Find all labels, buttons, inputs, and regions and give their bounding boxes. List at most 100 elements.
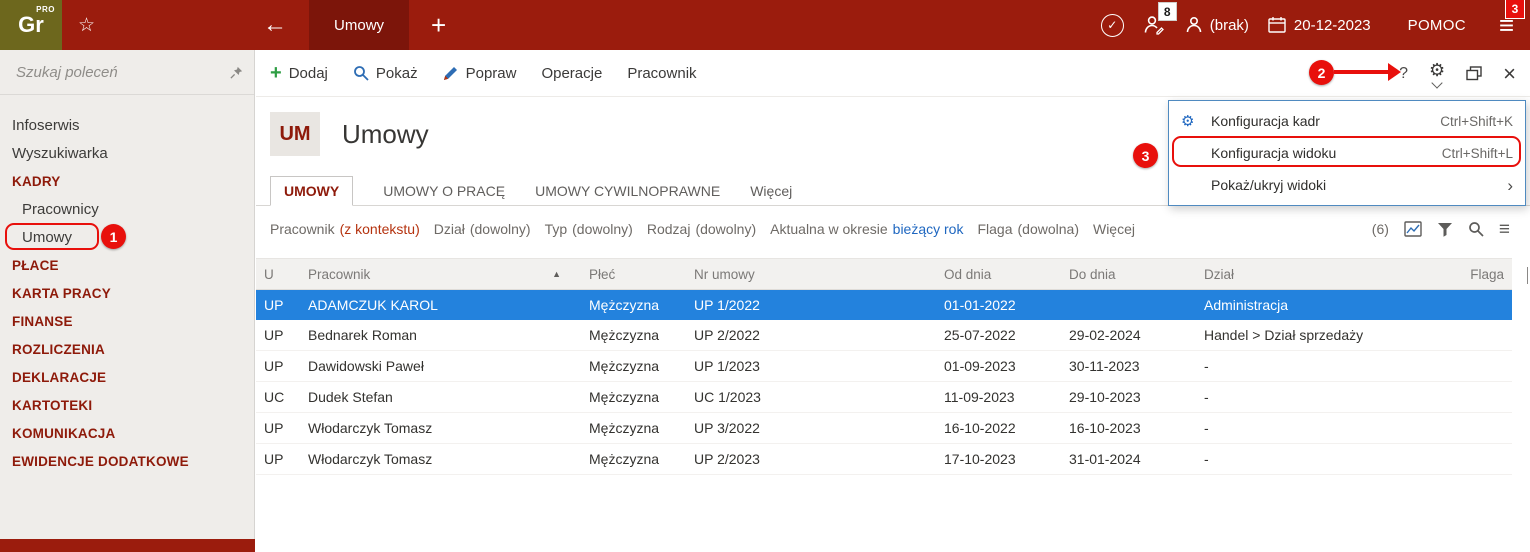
- close-icon[interactable]: ×: [1503, 62, 1516, 85]
- cell-nr-umowy: UP 2/2023: [694, 451, 760, 467]
- topbar-tab-umowy[interactable]: Umowy: [309, 0, 410, 50]
- column-header-flaga[interactable]: Flaga: [1441, 267, 1512, 282]
- chart-view-icon[interactable]: [1404, 221, 1422, 237]
- table-row[interactable]: UP Bednarek Roman Mężczyzna UP 2/2022 25…: [256, 320, 1512, 351]
- help-button[interactable]: POMOC: [1408, 17, 1466, 34]
- cell-od-dnia: 25-07-2022: [944, 327, 1016, 343]
- sidebar-footer-bar: [0, 539, 255, 552]
- sidebar-item-pracownicy[interactable]: Pracownicy: [0, 195, 254, 223]
- sidebar-header-finanse[interactable]: FINANSE: [0, 307, 254, 335]
- filter-bar: Pracownik (z kontekstu) Dział (dowolny) Ty…: [256, 216, 1530, 242]
- column-header-od-dnia[interactable]: Od dnia: [936, 267, 1061, 282]
- cell-od-dnia: 16-10-2022: [944, 420, 1016, 436]
- filter-flaga[interactable]: Flaga (dowolna): [977, 221, 1079, 237]
- view-tab-umowy[interactable]: UMOWY: [270, 176, 354, 206]
- sessions-button[interactable]: 8: [1143, 2, 1177, 36]
- hamburger-menu-icon[interactable]: ≡ 3: [1499, 0, 1525, 38]
- page-title: Umowy: [342, 118, 429, 149]
- sidebar-item-label: KARTA PRACY: [12, 285, 111, 301]
- command-search-input[interactable]: [14, 62, 229, 82]
- current-user-button[interactable]: (brak): [1184, 15, 1249, 35]
- filter-pracownik[interactable]: Pracownik (z kontekstu): [270, 221, 420, 237]
- menu-item-konfiguracja-kadr[interactable]: ⚙ Konfiguracja kadr Ctrl+Shift+K: [1169, 105, 1525, 137]
- column-header-plec[interactable]: Płeć: [581, 267, 686, 282]
- column-header-pracownik[interactable]: Pracownik ▲: [300, 267, 581, 282]
- sidebar-item-label: Infoserwis: [12, 116, 80, 134]
- operations-menu-button[interactable]: Operacje: [541, 65, 602, 82]
- pin-icon[interactable]: [229, 65, 244, 80]
- menu-item-konfiguracja-widoku[interactable]: Konfiguracja widoku Ctrl+Shift+L: [1169, 137, 1525, 169]
- cell-u: UP: [264, 297, 284, 313]
- current-user-label: (brak): [1209, 16, 1249, 34]
- add-button[interactable]: + Dodaj: [270, 63, 328, 83]
- filter-wiecej[interactable]: Więcej: [1093, 221, 1135, 237]
- view-tab-umowy-o-prace[interactable]: UMOWY O PRACĘ: [383, 177, 505, 205]
- cell-od-dnia: 17-10-2023: [944, 451, 1016, 467]
- cell-nr-umowy: UC 1/2023: [694, 389, 761, 405]
- menu-item-label: Konfiguracja kadr: [1211, 113, 1320, 129]
- new-tab-icon[interactable]: +: [431, 12, 446, 38]
- list-options-icon[interactable]: ≡: [1499, 220, 1510, 239]
- funnel-filter-icon[interactable]: [1437, 222, 1453, 237]
- search-list-icon[interactable]: [1468, 221, 1484, 237]
- menu-item-pokaz-ukryj-widoki[interactable]: Pokaż/ukryj widoki ›: [1169, 169, 1525, 201]
- column-header-nr-umowy[interactable]: Nr umowy: [686, 267, 936, 282]
- filter-typ[interactable]: Typ (dowolny): [545, 221, 633, 237]
- sidebar-header-rozliczenia[interactable]: ROZLICZENIA: [0, 335, 254, 363]
- filter-aktualna-w-okresie[interactable]: Aktualna w okresie bieżący rok: [770, 221, 963, 237]
- sidebar-item-umowy[interactable]: Umowy: [0, 223, 254, 251]
- sidebar-header-place[interactable]: PŁACE: [0, 251, 254, 279]
- view-tab-wiecej[interactable]: Więcej: [750, 177, 792, 205]
- scroll-up-icon[interactable]: [1527, 267, 1528, 284]
- sidebar-header-kartoteki[interactable]: KARTOTEKI: [0, 391, 254, 419]
- work-date-button[interactable]: 20-12-2023: [1268, 16, 1371, 34]
- cell-do-dnia: 30-11-2023: [1069, 358, 1140, 374]
- cell-u: UP: [264, 451, 284, 467]
- column-header-u[interactable]: U: [256, 267, 300, 282]
- view-tab-umowy-cywilnoprawne[interactable]: UMOWY CYWILNOPRAWNE: [535, 177, 720, 205]
- filter-rodzaj[interactable]: Rodzaj (dowolny): [647, 221, 756, 237]
- sidebar-header-karta-pracy[interactable]: KARTA PRACY: [0, 279, 254, 307]
- sort-ascending-icon: ▲: [552, 269, 561, 279]
- back-arrow-icon[interactable]: ←: [263, 13, 287, 37]
- cell-dzial: -: [1204, 451, 1209, 467]
- filter-label: Rodzaj: [646, 221, 691, 237]
- sidebar-item-infoserwis[interactable]: Infoserwis: [0, 111, 254, 139]
- settings-gear-button[interactable]: ⚙: [1429, 61, 1445, 89]
- sidebar-header-ewidencje-dodatkowe[interactable]: EWIDENCJE DODATKOWE: [0, 447, 254, 475]
- filter-label: Pracownik: [270, 221, 335, 237]
- cell-do-dnia: 16-10-2023: [1069, 420, 1141, 436]
- employee-label: Pracownik: [627, 64, 697, 82]
- column-header-do-dnia[interactable]: Do dnia: [1061, 267, 1196, 282]
- edit-button[interactable]: Popraw: [443, 65, 516, 82]
- sidebar-header-kadry[interactable]: KADRY: [0, 167, 254, 195]
- module-badge: UM: [270, 112, 320, 156]
- sidebar-header-deklaracje[interactable]: DEKLARACJE: [0, 363, 254, 391]
- table-row[interactable]: UP Włodarczyk Tomasz Mężczyzna UP 2/2023…: [256, 444, 1512, 475]
- restore-window-icon[interactable]: [1466, 66, 1482, 81]
- cell-plec: Mężczyzna: [589, 389, 660, 405]
- table-row[interactable]: UP Dawidowski Paweł Mężczyzna UP 1/2023 …: [256, 351, 1512, 382]
- table-row[interactable]: UC Dudek Stefan Mężczyzna UC 1/2023 11-0…: [256, 382, 1512, 413]
- cell-pracownik: ADAMCZUK KAROL: [308, 297, 438, 313]
- menu-item-label: Konfiguracja widoku: [1211, 145, 1337, 161]
- column-header-dzial[interactable]: Dział: [1196, 267, 1441, 282]
- app-logo[interactable]: Gr PRO: [0, 0, 62, 50]
- toolbar-right-cluster: ? ⚙ ×: [1399, 50, 1516, 97]
- employee-menu-button[interactable]: Pracownik: [627, 65, 696, 82]
- table-row[interactable]: UP Włodarczyk Tomasz Mężczyzna UP 3/2022…: [256, 413, 1512, 444]
- status-check-icon[interactable]: ✓: [1100, 13, 1124, 37]
- cell-dzial: Handel > Dział sprzedaży: [1204, 327, 1364, 343]
- sidebar-header-komunikacja[interactable]: KOMUNIKACJA: [0, 419, 254, 447]
- table-row[interactable]: UP ADAMCZUK KAROL Mężczyzna UP 1/2022 01…: [256, 290, 1512, 320]
- help-question-icon[interactable]: ?: [1399, 65, 1408, 83]
- sidebar-item-label: Wyszukiwarka: [12, 144, 108, 162]
- cell-pracownik: Włodarczyk Tomasz: [308, 451, 433, 467]
- sidebar-item-wyszukiwarka[interactable]: Wyszukiwarka: [0, 139, 254, 167]
- column-header-label: Pracownik: [308, 266, 371, 282]
- filter-dzial[interactable]: Dział (dowolny): [434, 221, 531, 237]
- favorites-star-icon[interactable]: ☆: [78, 14, 95, 37]
- user-icon: [1186, 16, 1202, 33]
- table-header-row: U Pracownik ▲ Płeć Nr umowy Od dnia Do d…: [256, 258, 1512, 290]
- show-button[interactable]: Pokaż: [353, 65, 418, 82]
